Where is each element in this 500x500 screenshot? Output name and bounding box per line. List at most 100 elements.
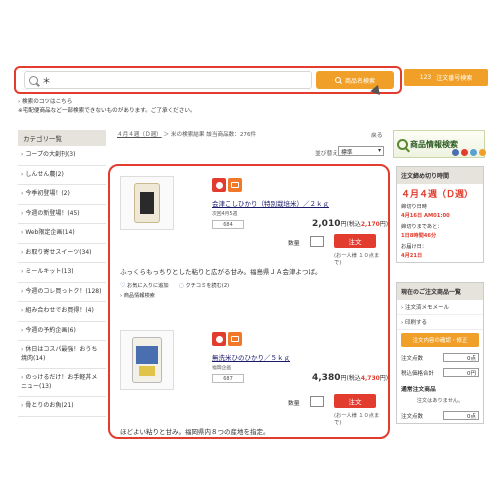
current-order-heading: 現在のご注文商品一覧	[397, 283, 483, 300]
tax-suffix: 円)	[379, 375, 389, 382]
dot-icon	[461, 149, 468, 156]
price-value: 2,010	[312, 219, 341, 229]
box-icon	[228, 178, 242, 192]
deadline-value: 4月16日 AM01:00	[401, 213, 450, 219]
apple-icon	[212, 178, 226, 192]
breadcrumb-result-count: ＞ 米の検索結果 該当商品数：276件	[163, 132, 257, 138]
tax-suffix: 円)	[379, 221, 389, 228]
product-price: 4,380円(税込4,730円)	[312, 373, 388, 383]
order-number-search-button[interactable]: 123 注文番号検索	[404, 69, 488, 86]
breadcrumb: ４月４週（Ｄ週） ＞ 米の検索結果 該当商品数：276件	[117, 130, 256, 138]
sidebar-item[interactable]: 組み合わせでお買得！(4)	[18, 302, 106, 322]
product-badges	[212, 332, 242, 346]
order-limit: (お一人様 １０点まで)	[334, 413, 380, 426]
category-sidebar: カテゴリ一覧 コープの大創刊(3) しんせん農(2) 今季初登場！(2) 今週の…	[18, 130, 106, 417]
review-label: クチコミを読む	[185, 283, 222, 289]
back-link[interactable]: 戻る	[371, 130, 383, 139]
total-quantity-value: 0点	[443, 353, 479, 362]
product-card: 会津こしひかり（特別栽培米）／２ｋｇ 次回4月5週 684 2,010円(税込2…	[116, 174, 388, 324]
chevron-down-icon: ▾	[378, 148, 381, 154]
dot-icon	[452, 149, 459, 156]
product-card: 無洗米ひのひかり／５ｋｇ 福岡企画 687 4,380円(税込4,730円) 数…	[116, 328, 388, 438]
product-name-link[interactable]: 無洗米ひのひかり／５ｋｇ	[212, 352, 290, 362]
sidebar-item[interactable]: 今週の新登場！(45)	[18, 205, 106, 224]
chat-icon: ◌	[178, 282, 184, 289]
print-link[interactable]: › 印刷する	[397, 315, 483, 330]
sidebar-item[interactable]: 今週のコレ買っトク！(128)	[18, 283, 106, 302]
product-image[interactable]	[120, 330, 174, 390]
order-button[interactable]: 注文	[334, 394, 376, 408]
color-dots	[452, 149, 486, 156]
price-suffix: 円(税込	[340, 375, 361, 382]
remaining-value: 1日8時間46分	[401, 233, 437, 239]
magnifier-icon	[397, 138, 408, 150]
deadline-week: ４月４週（Ｄ週）	[401, 190, 474, 200]
favorite-label: お気に入りに追加	[127, 283, 169, 289]
sidebar-item[interactable]: ミールキット(13)	[18, 263, 106, 283]
deadline-heading: 注文締め切り時間	[397, 167, 483, 184]
price-suffix: 円(税込	[340, 221, 361, 228]
memo-mail-label: 注文済メモメール	[404, 305, 449, 311]
heart-icon: ♡	[120, 282, 126, 289]
regular-quantity-row: 注文点数 0点	[397, 408, 483, 423]
search-results: 会津こしひかり（特別栽培米）／２ｋｇ 次回4月5週 684 2,010円(税込2…	[108, 164, 390, 439]
product-detail-link[interactable]: › 商品情報検索	[120, 292, 155, 299]
sidebar-item[interactable]: しんせん農(2)	[18, 166, 106, 185]
delivery-value: 4月21日	[401, 253, 423, 259]
product-name-link[interactable]: 会津こしひかり（特別栽培米）／２ｋｇ	[212, 198, 329, 208]
quantity-input[interactable]	[310, 396, 324, 407]
product-actions: ♡ お気に入りに追加 ◌ クチコミを読む(2)	[120, 282, 229, 289]
search-input[interactable]: ＊	[24, 71, 312, 89]
product-image[interactable]	[120, 176, 174, 230]
box-icon	[228, 332, 242, 346]
review-link[interactable]: ◌ クチコミを読む(2)	[179, 282, 230, 289]
product-description: ほどよい粘りと甘み。福岡県内８つの産地を指定。	[120, 428, 270, 436]
deadline-panel: 注文締め切り時間 ４月４週（Ｄ週） 締切り日時 4月16日 AM01:00 締切…	[396, 166, 484, 263]
price-value: 4,380	[312, 373, 341, 383]
product-name-search-label: 商品名検索	[344, 77, 375, 85]
sort-select[interactable]: 標準 ▾	[338, 146, 384, 156]
search-bar: ＊ 商品名検索	[14, 66, 402, 94]
sidebar-item[interactable]: 今週の予約企画(6)	[18, 322, 106, 341]
regular-order-note: 注文はありません。	[416, 398, 464, 404]
memo-mail-link[interactable]: › 注文済メモメール	[397, 300, 483, 315]
order-limit: (お一人様 １０点まで)	[334, 253, 380, 266]
search-tips-link[interactable]: 検索のコツはこちら	[22, 99, 72, 105]
sidebar-item[interactable]: のっけるだけ！お手軽丼メニュー(13)	[18, 369, 106, 397]
category-heading: カテゴリ一覧	[18, 130, 106, 146]
product-origin: 次回4月5週	[212, 212, 238, 217]
product-description: ふっくらもっちりとした粘りと広がる甘み。福島県ＪＡ会津よつば。	[120, 268, 322, 276]
product-name-search-button[interactable]: 商品名検索	[316, 71, 394, 89]
sidebar-item[interactable]: 今季初登場！(2)	[18, 185, 106, 205]
product-detail-label: 商品情報検索	[123, 293, 155, 299]
sidebar-item[interactable]: 休日はコスパ最強！おうち焼肉(14)	[18, 341, 106, 369]
total-quantity-row: 注文点数 0点	[397, 350, 483, 365]
search-input-value: ＊	[42, 76, 52, 87]
breadcrumb-week-link[interactable]: ４月４週（Ｄ週）	[117, 132, 162, 138]
sidebar-item[interactable]: コープの大創刊(3)	[18, 146, 106, 166]
order-button[interactable]: 注文	[334, 234, 376, 248]
total-quantity-label: 注文点数	[401, 355, 424, 362]
favorite-link[interactable]: ♡ お気に入りに追加	[120, 282, 169, 289]
dot-icon	[470, 149, 477, 156]
total-amount-value: 0円	[443, 368, 479, 377]
total-amount-label: 税込価格合計	[401, 370, 435, 377]
sidebar-item[interactable]: Web限定企画(14)	[18, 224, 106, 244]
sidebar-item[interactable]: お取り寄せスイーツ(34)	[18, 244, 106, 263]
regular-order-heading: 通常注文商品	[401, 387, 436, 393]
search-tips: › 検索のコツはこちら ※宅配便商品など一部検索できないものがあります。ご了承く…	[18, 99, 196, 114]
product-origin: 福岡企画	[212, 366, 232, 371]
search-icon	[29, 75, 38, 85]
product-code: 684	[212, 220, 244, 229]
order-number-prefix: 123	[419, 74, 432, 81]
sidebar-item[interactable]: 骨とりのお魚(21)	[18, 397, 106, 417]
search-tips-note: ※宅配便商品など一部検索できないものがあります。ご了承ください。	[18, 108, 196, 114]
current-order-panel: 現在のご注文商品一覧 › 注文済メモメール › 印刷する 注文内容の確認・修正 …	[396, 282, 484, 424]
confirm-order-button[interactable]: 注文内容の確認・修正	[401, 333, 479, 347]
remaining-label: 締切りまであと：	[401, 224, 443, 230]
product-badges	[212, 178, 242, 192]
sort-selected-value: 標準	[341, 149, 353, 156]
quantity-input[interactable]	[310, 236, 324, 247]
apple-icon	[212, 332, 226, 346]
print-label: 印刷する	[404, 320, 427, 326]
